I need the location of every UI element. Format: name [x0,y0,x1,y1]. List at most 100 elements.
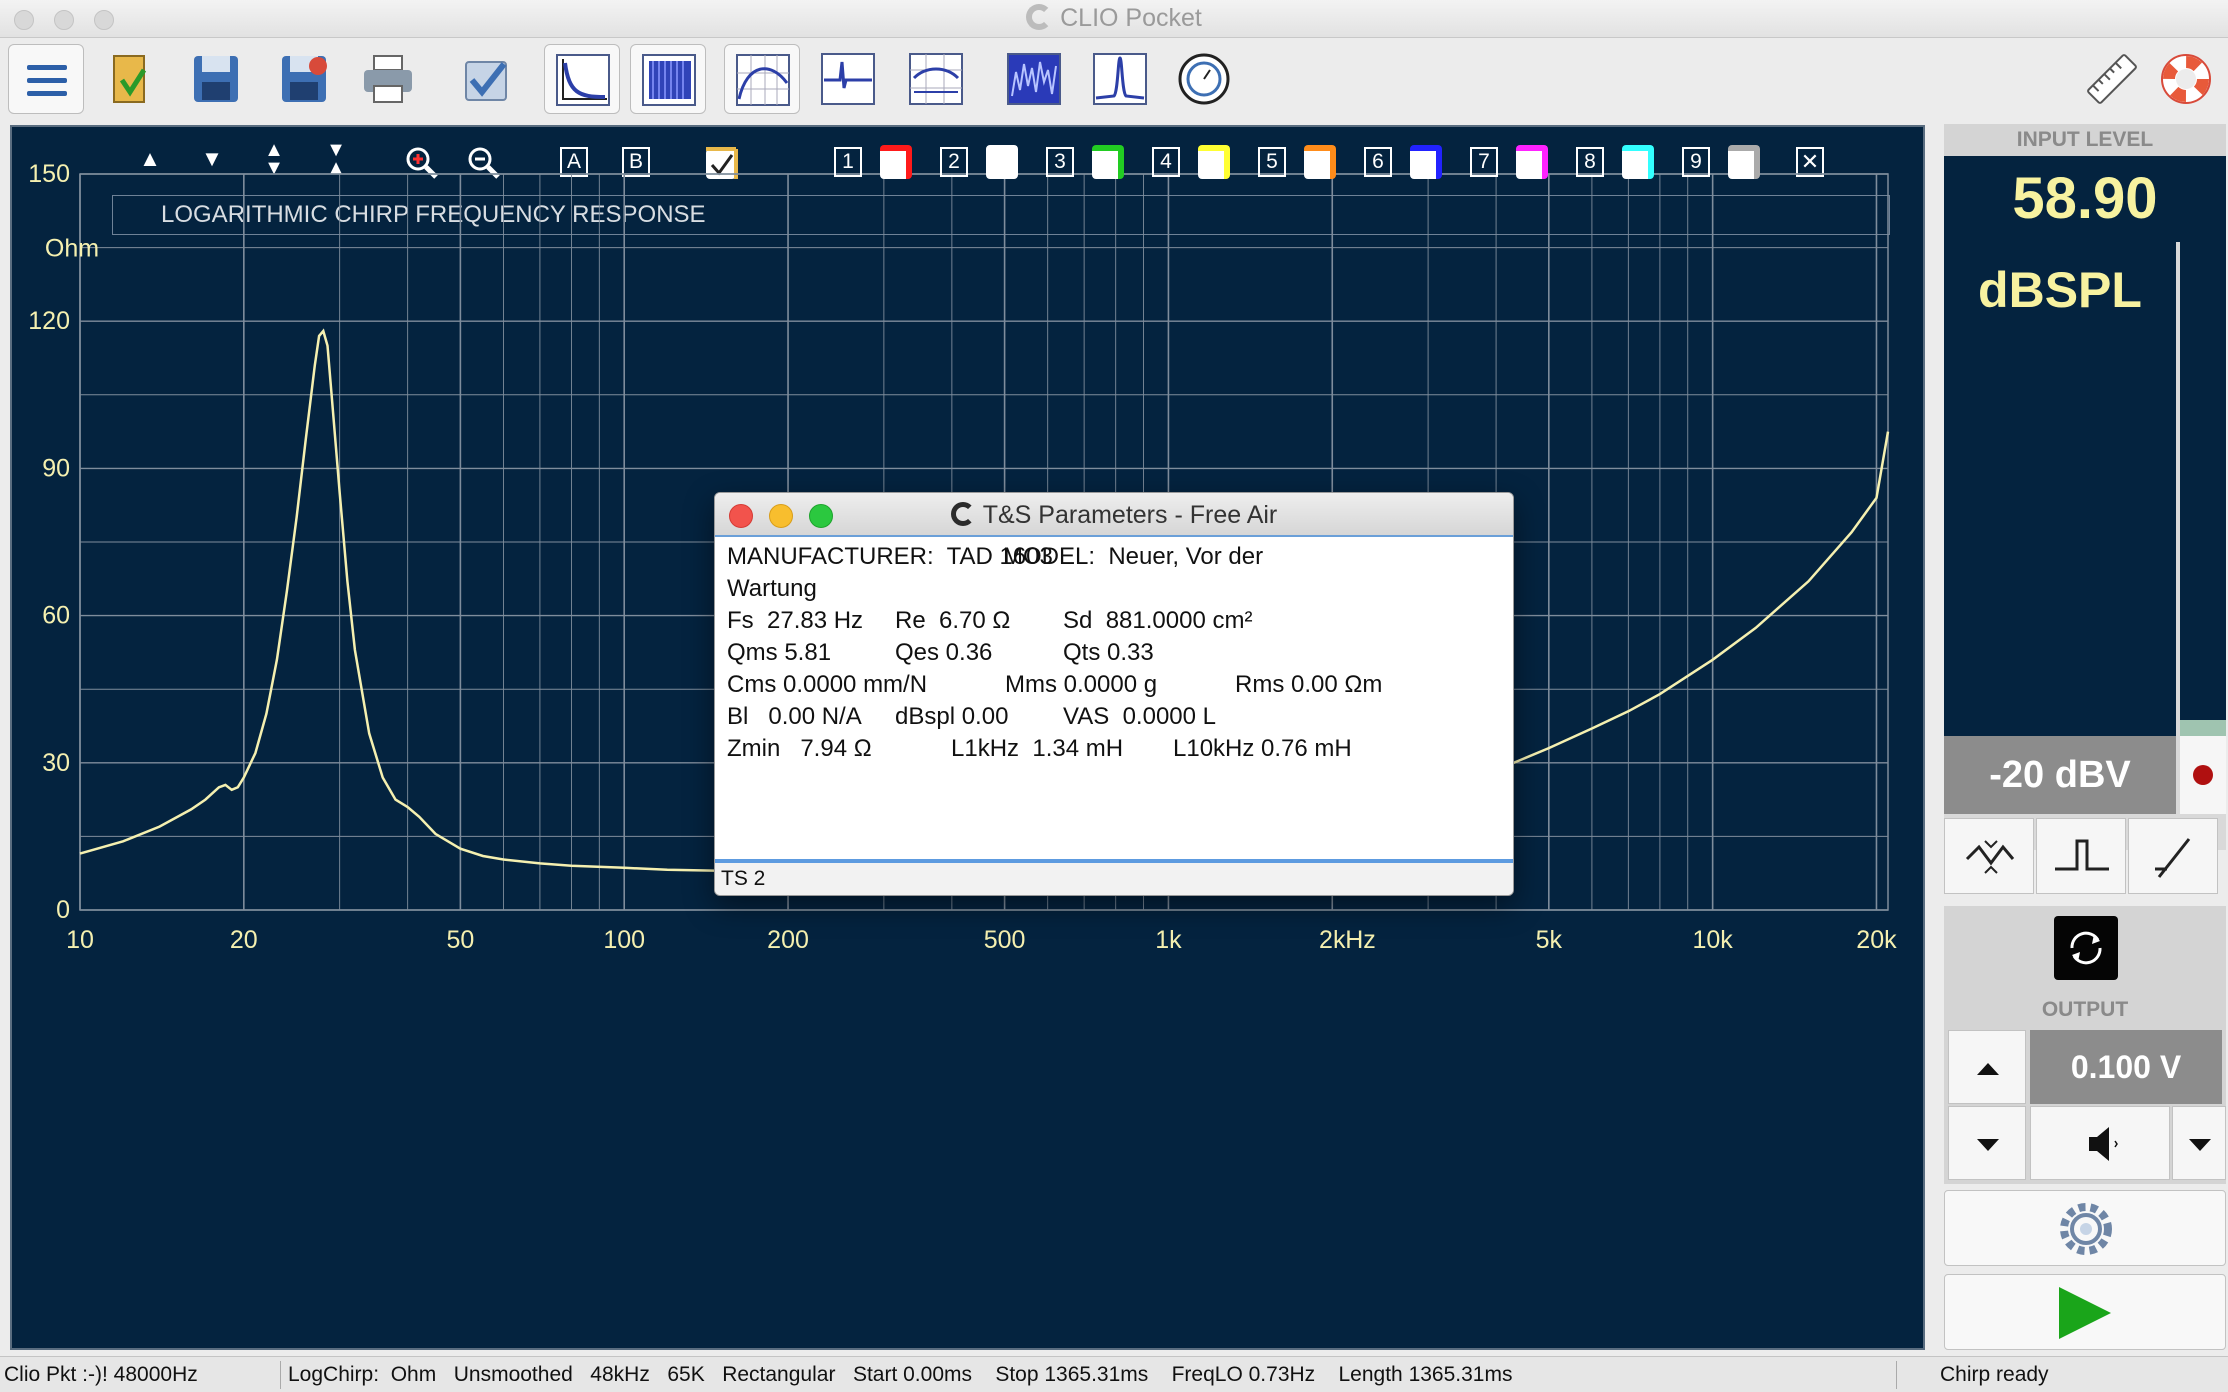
narrow-peak-button[interactable] [1082,44,1158,114]
waterfall-button[interactable] [630,44,706,114]
status-divider [1896,1361,1897,1389]
arrow-up-icon [1977,1063,1999,1075]
x-tick-label: 1k [1155,926,1182,954]
frequency-response-button[interactable] [724,44,800,114]
checklist-button[interactable] [448,44,524,114]
waterfall-icon [642,54,696,106]
save-as-button[interactable] [266,44,342,114]
menu-button[interactable] [8,44,84,114]
x-tick-label: 5k [1536,926,1563,954]
record-button[interactable] [2180,736,2226,814]
input-sensitivity-button[interactable]: -20 dBV [1944,736,2176,814]
overlay-3-button[interactable]: 3 [1046,147,1074,177]
meter-dial-icon [1178,53,1230,105]
overlay-6-button[interactable]: 6 [1364,147,1392,177]
overlay-1-button[interactable]: 1 [834,147,862,177]
open-file-icon [113,55,147,103]
start-measurement-button[interactable] [1944,1274,2226,1350]
x-tick-label: 10k [1692,926,1733,954]
spectrogram-button[interactable] [996,44,1072,114]
x-tick-label: 200 [767,926,809,954]
ts-value: dBspl 0.00 [895,703,1009,730]
scope-button[interactable] [898,44,974,114]
loop-panel [1944,906,2226,994]
input-level-peak [2180,720,2226,736]
status-measurement: LogChirp: Ohm Unsmoothed 48kHz 65K Recta… [288,1363,1513,1386]
input-level-header: INPUT LEVEL [1944,124,2226,156]
overlay-9-color-swatch[interactable] [1728,145,1760,179]
help-button[interactable] [2148,44,2224,114]
y-tick-label: 60 [42,602,70,630]
mode-chirp-button[interactable] [1944,818,2034,894]
overlay-4-color-swatch[interactable] [1198,145,1230,179]
play-icon [2059,1287,2111,1339]
narrow-peak-icon [1093,53,1147,105]
impulse-button[interactable] [810,44,886,114]
overlay-6-color-swatch[interactable] [1410,145,1442,179]
overlay-2-color-swatch[interactable] [986,145,1018,179]
output-menu-button[interactable] [2172,1106,2226,1180]
help-lifebuoy-icon [2161,54,2211,104]
y-tick-label: 120 [28,307,70,335]
gear-icon [2060,1203,2112,1255]
output-down-button[interactable] [1948,1106,2026,1180]
scope-icon [909,53,963,105]
meter-dial-button[interactable] [1166,44,1242,114]
print-button[interactable] [350,44,426,114]
overlay-7-button[interactable]: 7 [1470,147,1498,177]
chirp-wave-icon [1965,840,2015,874]
overlay-4-button[interactable]: 4 [1152,147,1180,177]
output-header: OUTPUT [1944,994,2226,1026]
overlay-3-color-swatch[interactable] [1092,145,1124,179]
dialog-title: T&S Parameters - Free Air [982,501,1278,529]
overlay-7-color-swatch[interactable] [1516,145,1548,179]
mode-impulse-button[interactable] [2036,818,2126,894]
chirp-response-button[interactable] [544,44,620,114]
ts-value: Mms 0.0000 g [1005,671,1158,698]
dialog-footer: TS 2 [715,863,1513,895]
overlay-2-button[interactable]: 2 [940,147,968,177]
mode-pen-button[interactable] [2128,818,2218,894]
overlay-8-color-swatch[interactable] [1622,145,1654,179]
frequency-response-icon [736,54,790,106]
toolbar [0,38,2228,122]
y-tick-label: 0 [56,896,70,924]
settings-button[interactable] [1944,1190,2226,1266]
dialog-title-bar: T&S Parameters - Free Air [715,493,1513,537]
ts-value: Re 6.70 Ω [895,607,1011,634]
input-level-value: 58.90 [1944,156,2226,242]
checklist-icon [465,61,507,101]
clio-logo-icon [1026,4,1053,30]
pen-icon [2155,838,2191,878]
ts-line: Zmin 7.94 Ω L1kHz 1.34 mH L10kHz 0.76 mH [727,733,1503,765]
save-button[interactable] [178,44,254,114]
y-tick-label: 90 [42,454,70,482]
input-level-unit[interactable]: dBSPL [1944,242,2176,338]
open-file-button[interactable] [90,44,166,114]
status-device: Clio Pkt :-)! 48000Hz [4,1363,198,1386]
ts-line: Wartung [727,573,1503,605]
loop-button[interactable] [2054,916,2118,980]
x-axis-tick-labels: 10 20 50 100 200 500 1k 2k 5k 10k 20k [66,926,1897,954]
save-icon [194,56,238,102]
overlay-1-color-swatch[interactable] [880,145,912,179]
overlay-8-button[interactable]: 8 [1576,147,1604,177]
menu-icon [27,65,67,96]
ts-value: L1kHz 1.34 mH [951,735,1124,762]
loop-icon [2070,931,2102,965]
overlay-5-color-swatch[interactable] [1304,145,1336,179]
output-speaker-button[interactable] [2030,1106,2170,1180]
chevron-down-icon [2189,1139,2211,1151]
ts-parameters-dialog: T&S Parameters - Free Air MANUFACTURER: … [714,492,1514,896]
ruler-icon [2087,54,2137,104]
output-up-button[interactable] [1948,1030,2026,1104]
ruler-button[interactable] [2074,44,2150,114]
y-tick-label: 150 [28,160,70,188]
overlay-5-button[interactable]: 5 [1258,147,1286,177]
ts-value: MODEL: Neuer, Vor der [1003,543,1264,570]
y-tick-label: 30 [42,749,70,777]
overlay-9-button[interactable]: 9 [1682,147,1710,177]
status-divider [280,1361,281,1389]
output-level-value[interactable]: 0.100 V [2030,1030,2222,1104]
arrow-down-icon [1977,1139,1999,1151]
